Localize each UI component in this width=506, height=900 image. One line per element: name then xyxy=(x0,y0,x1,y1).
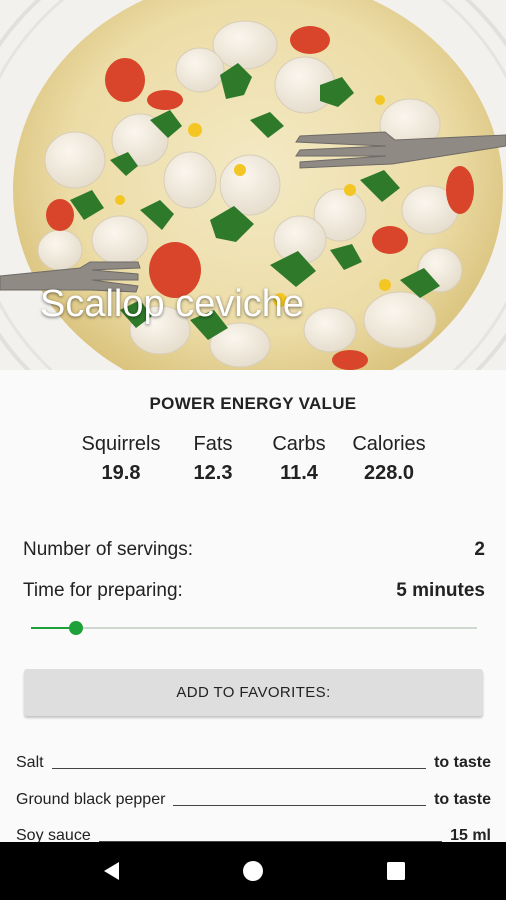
servings-row: Number of servings: 2 xyxy=(23,539,485,561)
nutrient-carbs: Carbs 11.4 xyxy=(249,433,349,485)
nutrient-value: 228.0 xyxy=(363,462,415,484)
prep-time-label: Time for preparing: xyxy=(23,580,183,601)
nutrient-label: Fats xyxy=(193,433,233,455)
nutrient-label: Carbs xyxy=(272,433,326,455)
nutrient-fats: Fats 12.3 xyxy=(163,433,263,485)
ingredient-leader-line xyxy=(173,805,427,806)
ingredient-quantity: to taste xyxy=(434,754,491,771)
prep-time-value: 5 minutes xyxy=(396,580,485,601)
ingredient-leader-line xyxy=(51,768,427,769)
nutrient-summary: Squirrels 19.8 Fats 12.3 Carbs 11.4 Calo… xyxy=(0,433,506,493)
slider-track[interactable] xyxy=(31,627,477,629)
energy-section-title: POWER ENERGY VALUE xyxy=(149,394,357,413)
nutrient-label: Calories xyxy=(352,433,426,455)
servings-value: 2 xyxy=(474,539,485,560)
back-triangle-icon[interactable] xyxy=(100,859,124,883)
servings-slider[interactable] xyxy=(31,620,477,636)
nutrient-value: 19.8 xyxy=(101,462,141,484)
system-navigation-bar xyxy=(0,842,506,900)
prep-time-row: Time for preparing: 5 minutes xyxy=(23,580,485,602)
home-circle-icon[interactable] xyxy=(241,859,265,883)
recent-apps-square-icon[interactable] xyxy=(384,859,408,883)
recipe-photo: Scallop ceviche xyxy=(0,0,506,370)
ingredient-quantity: to taste xyxy=(434,791,491,808)
slider-thumb[interactable] xyxy=(68,621,83,635)
ingredient-name: Salt xyxy=(16,754,44,771)
recipe-title: Scallop ceviche xyxy=(40,283,305,325)
nutrient-squirrels: Squirrels 19.8 xyxy=(71,433,171,485)
nutrient-calories: Calories 228.0 xyxy=(339,433,439,485)
ingredient-row: Ground black pepper to taste xyxy=(16,787,491,809)
ingredient-name: Ground black pepper xyxy=(16,791,166,808)
add-to-favorites-button[interactable]: ADD TO FAVORITES: xyxy=(24,669,483,716)
servings-label: Number of servings: xyxy=(23,539,194,560)
nutrient-value: 12.3 xyxy=(193,462,233,484)
nutrient-value: 11.4 xyxy=(280,462,318,484)
ingredient-row: Salt to taste xyxy=(16,750,491,772)
nutrient-label: Squirrels xyxy=(81,433,161,455)
